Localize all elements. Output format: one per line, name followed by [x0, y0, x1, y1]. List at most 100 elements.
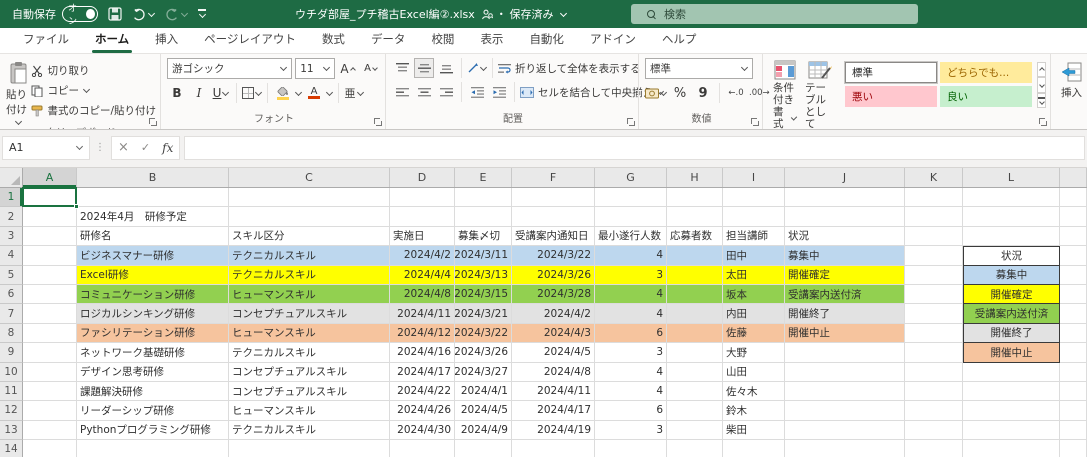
cell-C5[interactable]: テクニカルスキル [229, 266, 390, 285]
underline-button[interactable]: U [211, 83, 231, 103]
cell-D3[interactable]: 実施日 [390, 227, 455, 246]
cell-A8[interactable] [23, 324, 77, 343]
cell-K8[interactable] [905, 324, 963, 343]
column-header-partial[interactable] [1060, 168, 1087, 187]
cell-H1[interactable] [667, 188, 723, 207]
cell-H7[interactable] [667, 304, 723, 323]
cell-style-4[interactable]: 良い [940, 86, 1032, 107]
cell-K10[interactable] [905, 363, 963, 382]
font-color-button[interactable]: A [304, 83, 324, 103]
cell-A10[interactable] [23, 363, 77, 382]
conditional-formatting-button[interactable]: 条件付き 書式 [769, 58, 801, 130]
cell-D7[interactable]: 2024/4/11 [390, 304, 455, 323]
cell-D4[interactable]: 2024/4/2 [390, 246, 455, 265]
cell-I8[interactable]: 佐藤 [723, 324, 785, 343]
cell-G12[interactable]: 6 [595, 401, 667, 420]
cell-F1[interactable] [512, 188, 595, 207]
cell-J10[interactable] [785, 363, 905, 382]
align-right-button[interactable] [436, 82, 456, 102]
gallery-scroll-up-button[interactable] [1037, 62, 1046, 77]
cell-E13[interactable]: 2024/4/9 [455, 421, 512, 440]
cell-A14[interactable] [23, 440, 77, 457]
shrink-font-button[interactable]: A [361, 59, 381, 79]
cell-A7[interactable] [23, 304, 77, 323]
cell-J8[interactable]: 開催中止 [785, 324, 905, 343]
cell-M6[interactable] [1060, 285, 1087, 304]
cell-G13[interactable]: 3 [595, 421, 667, 440]
cell-B2[interactable]: 2024年4月 研修予定 [77, 207, 229, 226]
phonetic-guide-button[interactable]: 亜 [344, 83, 364, 103]
cell-E7[interactable]: 2024/3/21 [455, 304, 512, 323]
row-header-12[interactable]: 12 [0, 401, 23, 420]
paste-button[interactable]: 貼り付け [6, 58, 31, 126]
cell-F7[interactable]: 2024/4/2 [512, 304, 595, 323]
column-header-B[interactable]: B [77, 168, 229, 187]
wrap-text-button[interactable]: 折り返して全体を表示する [498, 60, 641, 77]
cell-C9[interactable]: テクニカルスキル [229, 343, 390, 362]
cell-C2[interactable] [229, 207, 390, 226]
save-button[interactable] [108, 7, 122, 21]
cell-K3[interactable] [905, 227, 963, 246]
row-header-3[interactable]: 3 [0, 227, 23, 246]
cell-M11[interactable] [1060, 382, 1087, 401]
copy-button[interactable]: コピー [31, 82, 156, 99]
cell-K11[interactable] [905, 382, 963, 401]
legend-cell-5[interactable]: 開催終了 [963, 324, 1060, 343]
cell-B3[interactable]: 研修名 [77, 227, 229, 246]
cell-E14[interactable] [455, 440, 512, 457]
cell-E11[interactable]: 2024/4/1 [455, 382, 512, 401]
row-header-8[interactable]: 8 [0, 324, 23, 343]
cell-H10[interactable] [667, 363, 723, 382]
cell-M5[interactable] [1060, 266, 1087, 285]
cell-C1[interactable] [229, 188, 390, 207]
align-middle-button[interactable] [414, 58, 434, 78]
column-header-C[interactable]: C [229, 168, 390, 187]
cell-B14[interactable] [77, 440, 229, 457]
cell-F3[interactable]: 受講案内通知日 [512, 227, 595, 246]
tab-8[interactable]: 表示 [467, 26, 516, 53]
cell-I1[interactable] [723, 188, 785, 207]
cell-K9[interactable] [905, 343, 963, 362]
cell-I11[interactable]: 佐々木 [723, 382, 785, 401]
row-header-5[interactable]: 5 [0, 266, 23, 285]
comma-style-button[interactable]: 9 [693, 83, 713, 103]
column-header-H[interactable]: H [667, 168, 723, 187]
cell-H9[interactable] [667, 343, 723, 362]
cell-G11[interactable]: 4 [595, 382, 667, 401]
cell-F11[interactable]: 2024/4/11 [512, 382, 595, 401]
font-dialog-launcher-icon[interactable] [374, 118, 382, 126]
increase-decimal-button[interactable]: ←.0 [726, 83, 746, 103]
tab-4[interactable]: ページレイアウト [191, 26, 309, 53]
tab-10[interactable]: アドイン [577, 26, 649, 53]
cell-B8[interactable]: ファシリテーション研修 [77, 324, 229, 343]
format-as-table-button[interactable]: テーブルとして 書式設定 [801, 58, 839, 130]
cell-L13[interactable] [963, 421, 1060, 440]
column-header-G[interactable]: G [595, 168, 667, 187]
clipboard-dialog-launcher-icon[interactable] [149, 118, 157, 126]
cell-M3[interactable] [1060, 227, 1087, 246]
cell-F6[interactable]: 2024/3/28 [512, 285, 595, 304]
cell-F5[interactable]: 2024/3/26 [512, 266, 595, 285]
fill-color-dropdown-icon[interactable] [295, 88, 302, 95]
cell-D14[interactable] [390, 440, 455, 457]
align-center-button[interactable] [414, 82, 434, 102]
cell-C12[interactable]: ヒューマンスキル [229, 401, 390, 420]
tab-11[interactable]: ヘルプ [649, 26, 710, 53]
cell-E9[interactable]: 2024/3/26 [455, 343, 512, 362]
cell-A5[interactable] [23, 266, 77, 285]
gallery-more-button[interactable] [1037, 93, 1046, 108]
cell-L2[interactable] [963, 207, 1060, 226]
row-header-4[interactable]: 4 [0, 246, 23, 265]
cell-K2[interactable] [905, 207, 963, 226]
cell-G7[interactable]: 4 [595, 304, 667, 323]
cell-H8[interactable] [667, 324, 723, 343]
cell-B6[interactable]: コミュニケーション研修 [77, 285, 229, 304]
cell-C13[interactable]: テクニカルスキル [229, 421, 390, 440]
cell-H6[interactable] [667, 285, 723, 304]
cell-E2[interactable] [455, 207, 512, 226]
select-all-corner[interactable] [0, 168, 23, 187]
cell-J5[interactable]: 開催確定 [785, 266, 905, 285]
cell-J7[interactable]: 開催終了 [785, 304, 905, 323]
cell-K12[interactable] [905, 401, 963, 420]
cell-I4[interactable]: 田中 [723, 246, 785, 265]
